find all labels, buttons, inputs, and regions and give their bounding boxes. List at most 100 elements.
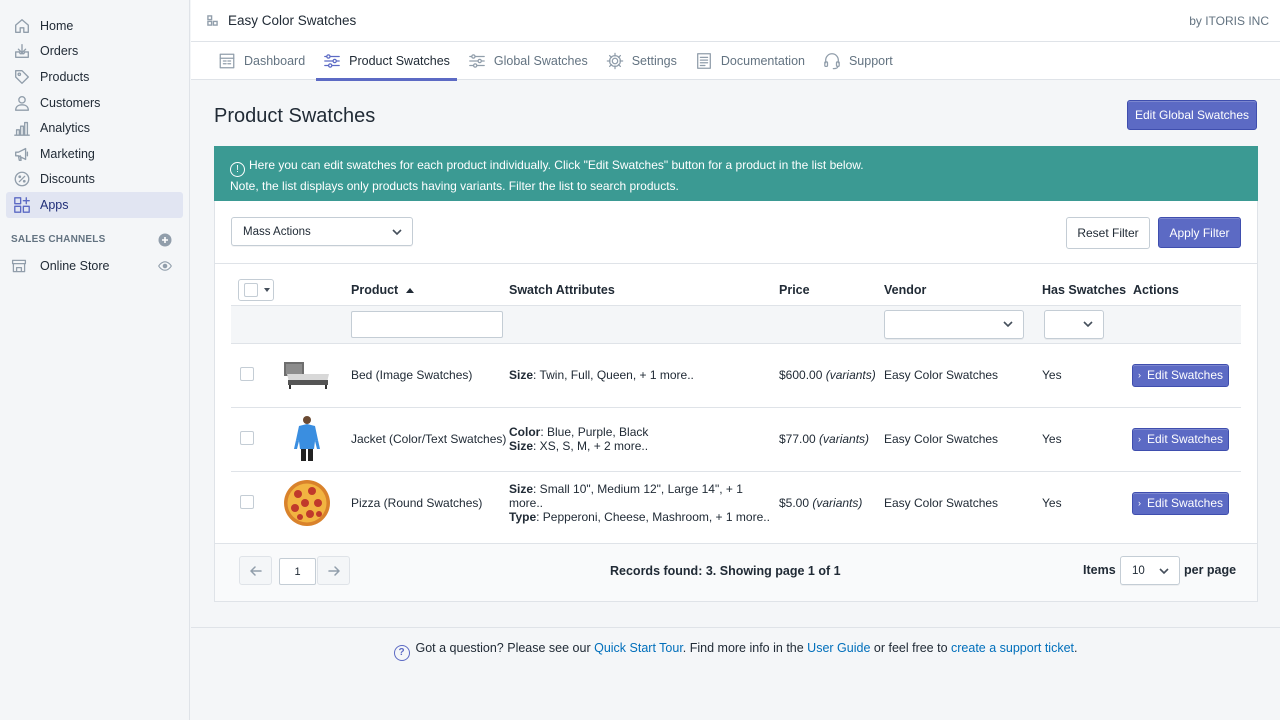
sliders-icon [324, 54, 340, 68]
sidebar-item-analytics[interactable]: Analytics [6, 115, 183, 141]
price-note: (variants) [819, 432, 870, 446]
edit-swatches-button[interactable]: › Edit Swatches [1132, 491, 1229, 515]
sidebar-item-online-store[interactable]: Online Store [11, 253, 172, 279]
page-number-input[interactable]: 1 [279, 558, 316, 585]
per-page-label: per page [1184, 563, 1237, 577]
row-checkbox[interactable] [240, 366, 254, 381]
table-row: Bed (Image Swatches) Size: Twin, Full, Q… [231, 343, 1241, 408]
support-ticket-link[interactable]: create a support ticket [951, 641, 1074, 655]
tab-global-swatches[interactable]: Global Swatches [461, 42, 595, 80]
developer-name: by ITORIS INC [1189, 13, 1269, 28]
price-note: (variants) [825, 368, 876, 382]
sidebar-item-label: Customers [40, 95, 101, 110]
mass-actions-value: Mass Actions [243, 225, 311, 238]
headset-icon [824, 53, 840, 70]
sidebar: Home Orders Products Customers Analytics… [0, 0, 190, 720]
row-checkbox[interactable] [240, 494, 254, 509]
edit-swatches-label: Edit Swatches [1146, 496, 1224, 511]
arrow-left-icon [249, 565, 262, 576]
price: $5.00 (variants) [775, 471, 884, 535]
vendor-filter-select[interactable] [884, 309, 1024, 339]
sidebar-item-home[interactable]: Home [6, 13, 183, 39]
vendor: Easy Color Swatches [884, 343, 1042, 408]
sidebar-item-products[interactable]: Products [6, 64, 183, 90]
sidebar-item-label: Online Store [40, 258, 110, 273]
column-header-vendor[interactable]: Vendor [884, 276, 1042, 305]
add-channel-icon[interactable] [158, 233, 172, 247]
tab-settings[interactable]: Settings [599, 42, 684, 80]
pagination-bar: 1 Records found: 3. Showing page 1 of 1 … [215, 543, 1257, 601]
edit-swatches-button[interactable]: › Edit Swatches [1132, 427, 1229, 451]
tab-label: Product Swatches [349, 54, 450, 68]
eye-icon[interactable] [158, 259, 172, 273]
price-note: (variants) [812, 496, 863, 511]
tab-bar: Dashboard Product Swatches Global Swatch… [191, 42, 1280, 81]
column-header-product[interactable]: Product [351, 276, 509, 305]
select-all-checkbox[interactable] [238, 279, 274, 302]
attr-value: : XS, S, M, + 2 more.. [533, 439, 649, 453]
app-title: Easy Color Swatches [207, 13, 356, 28]
quick-start-tour-link[interactable]: Quick Start Tour [594, 641, 683, 655]
chevron-down-icon [1083, 321, 1093, 328]
tab-support[interactable]: Support [816, 42, 900, 80]
tab-label: Support [848, 54, 893, 68]
chevron-right-icon: › [1137, 434, 1141, 444]
has-swatches-filter-select[interactable] [1044, 309, 1104, 339]
sidebar-item-apps[interactable]: Apps [6, 192, 183, 218]
previous-page-button[interactable] [239, 556, 272, 585]
megaphone-icon [11, 143, 33, 165]
page-title: Product Swatches [214, 105, 376, 127]
sales-channels-header: SALES CHANNELS [11, 233, 172, 247]
products-table: Product Swatch Attributes Price Vendor H… [231, 276, 1241, 535]
tab-label: Documentation [720, 54, 805, 68]
product-name-filter-input[interactable] [351, 310, 503, 338]
has-swatches: Yes [1042, 343, 1132, 408]
gear-icon [606, 52, 623, 70]
tab-documentation[interactable]: Documentation [688, 42, 812, 80]
app-topbar: Easy Color Swatches by ITORIS INC [191, 0, 1280, 42]
sidebar-item-label: Marketing [40, 146, 95, 161]
sliders-icon [469, 54, 485, 68]
price-value: $5.00 [779, 496, 810, 511]
sidebar-item-customers[interactable]: Customers [6, 90, 183, 116]
sidebar-item-label: Analytics [40, 121, 91, 136]
sidebar-item-label: Home [40, 18, 74, 33]
info-icon: ! [230, 162, 245, 177]
sort-asc-icon [405, 288, 414, 294]
sales-channels-label: SALES CHANNELS [11, 234, 106, 246]
attr-key: Type [509, 510, 537, 525]
chevron-right-icon: › [1137, 498, 1141, 509]
reset-filter-button[interactable]: Reset Filter [1066, 217, 1150, 249]
mass-actions-select[interactable]: Mass Actions [231, 217, 413, 246]
has-swatches: Yes [1042, 496, 1062, 511]
sidebar-item-discounts[interactable]: Discounts [6, 167, 183, 193]
table-header-row: Product Swatch Attributes Price Vendor H… [231, 276, 1241, 305]
sidebar-item-marketing[interactable]: Marketing [6, 141, 183, 167]
dashboard-icon [219, 53, 235, 69]
attr-key: Size [509, 368, 534, 382]
per-page-select[interactable]: 10 [1120, 556, 1180, 585]
orders-icon [11, 40, 33, 62]
next-page-button[interactable] [317, 556, 350, 585]
attr-value: : Blue, Purple, Black [540, 425, 649, 439]
swatch-attributes: Size: Small 10", Medium 12", Large 14", … [509, 471, 775, 535]
tab-dashboard[interactable]: Dashboard [211, 42, 312, 80]
attr-key: Size [509, 439, 534, 453]
app-grid-icon [207, 15, 218, 26]
app-title-text: Easy Color Swatches [228, 13, 357, 28]
price: $77.00 (variants) [775, 407, 884, 472]
row-checkbox[interactable] [240, 430, 254, 445]
sidebar-item-orders[interactable]: Orders [6, 39, 183, 65]
product-name: Jacket (Color/Text Swatches) [351, 407, 509, 472]
items-label: Items [1083, 563, 1116, 577]
table-row: Jacket (Color/Text Swatches) Color: Blue… [231, 407, 1241, 472]
edit-swatches-button[interactable]: › Edit Swatches [1132, 363, 1229, 387]
column-header-price[interactable]: Price [775, 276, 884, 305]
edit-global-swatches-button[interactable]: Edit Global Swatches [1127, 100, 1257, 130]
column-header-has-swatches[interactable]: Has Swatches [1042, 276, 1132, 305]
footer-text: . Find more info in the [682, 641, 808, 655]
apply-filter-button[interactable]: Apply Filter [1158, 217, 1241, 248]
sidebar-item-label: Apps [40, 197, 69, 212]
tab-product-swatches[interactable]: Product Swatches [316, 42, 457, 81]
user-guide-link[interactable]: User Guide [807, 641, 870, 655]
